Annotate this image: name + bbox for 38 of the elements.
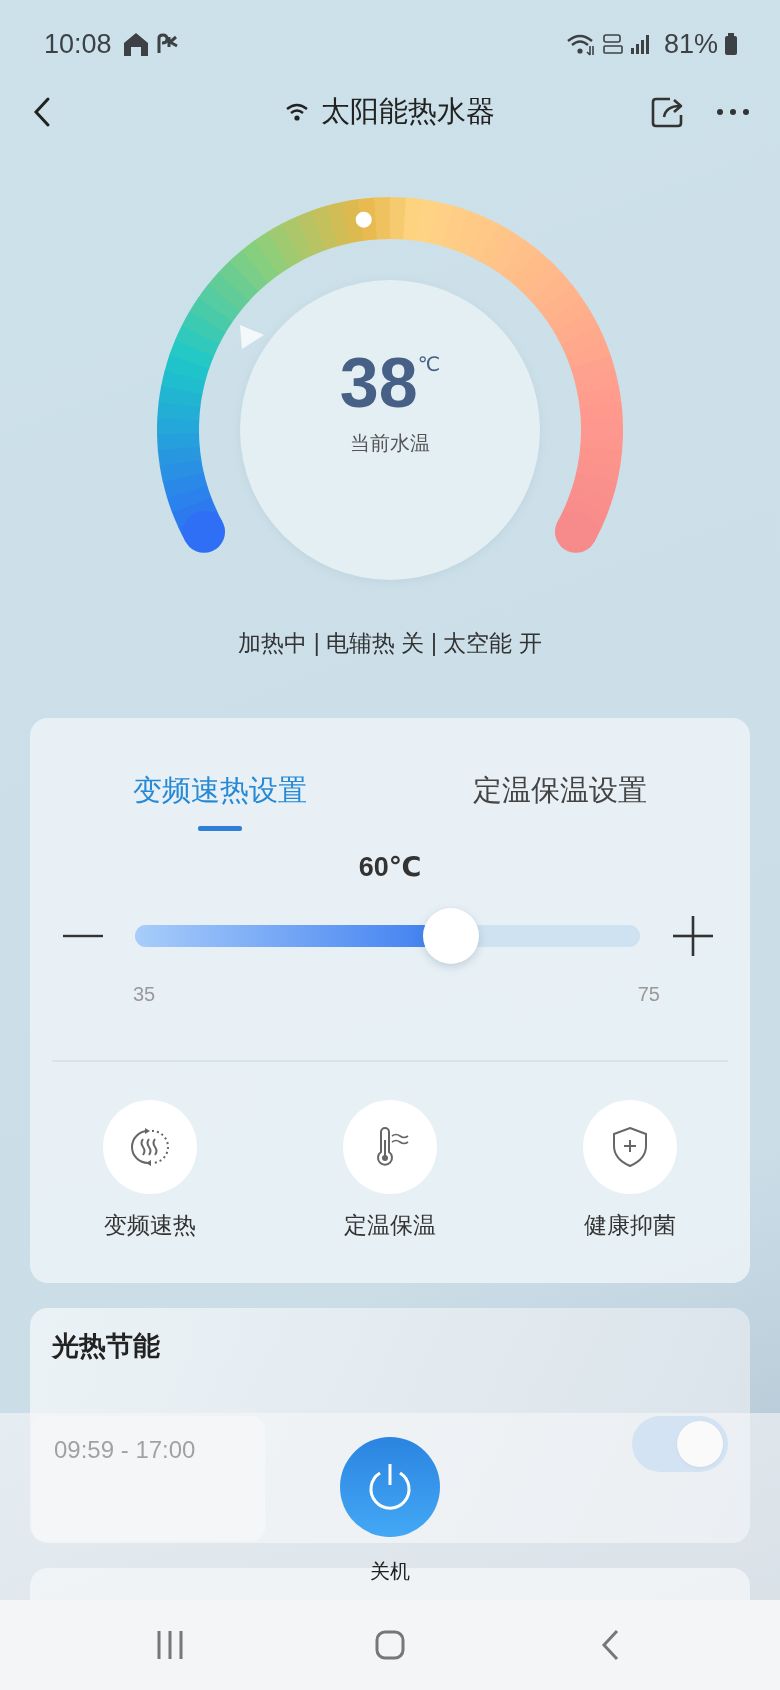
schedule-time: 09:59 - 17:00 — [54, 1436, 196, 1463]
shield-icon — [611, 1126, 649, 1168]
settings-tab[interactable]: 定温保温设置 — [390, 768, 730, 832]
more-icon — [716, 108, 750, 116]
wifi-icon — [285, 102, 309, 122]
device-title: 太阳能热水器 — [321, 94, 495, 129]
rapid-heat-icon — [130, 1127, 170, 1167]
temperature-label: 当前水温 — [350, 431, 430, 456]
power-label: 关机 — [370, 1559, 410, 1584]
back-icon — [600, 1629, 620, 1661]
status-text: 加热中 | 电辅热 关 | 太空能 开 — [237, 629, 543, 658]
feature-button[interactable]: 健康抑菌 — [510, 1100, 750, 1240]
temperature-unit: ℃ — [417, 352, 441, 376]
clock-time: 10:08 — [44, 28, 112, 60]
recent-apps-icon — [156, 1630, 184, 1660]
battery-percent: 81% — [663, 28, 718, 60]
temperature-value: 38 — [339, 348, 418, 418]
max-value: 75 — [637, 982, 660, 1007]
increase-button[interactable] — [670, 913, 716, 959]
plus-icon — [673, 916, 713, 956]
energy-toggle[interactable] — [632, 1416, 728, 1472]
feature-button[interactable]: 定温保温 — [270, 1100, 510, 1240]
target-temperature: 60℃ — [357, 851, 423, 884]
app-notification-icon — [155, 33, 180, 55]
home-icon — [121, 31, 150, 57]
wifi-icon — [565, 32, 596, 56]
min-value: 35 — [133, 982, 156, 1007]
slider-handle[interactable] — [422, 908, 479, 964]
back-icon — [32, 96, 52, 128]
section-title: 光热节能 — [52, 1330, 161, 1363]
signal-icon — [629, 33, 652, 55]
battery-icon — [724, 32, 738, 56]
volte-icon — [601, 32, 624, 56]
pointer-icon — [240, 325, 264, 349]
minus-icon — [63, 934, 103, 938]
gauge-dot — [355, 211, 372, 228]
home-icon — [375, 1630, 405, 1660]
feature-button[interactable]: 变频速热 — [30, 1100, 270, 1240]
